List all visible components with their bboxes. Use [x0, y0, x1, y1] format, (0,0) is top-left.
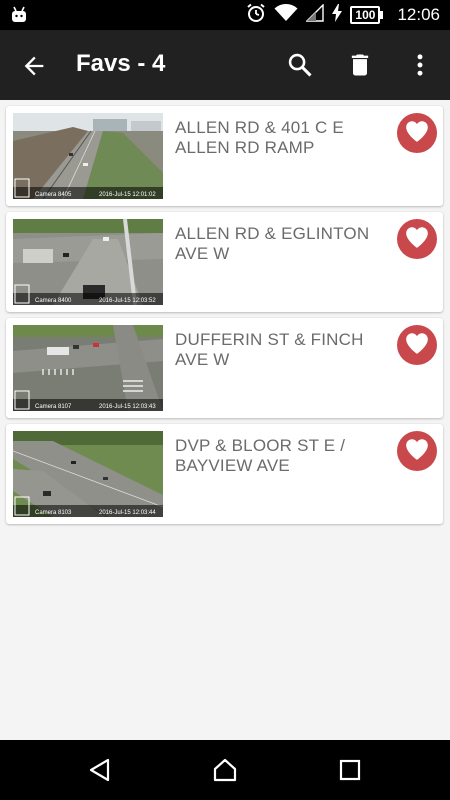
- camera-label: Camera 8103: [35, 510, 72, 516]
- heart-icon: [404, 225, 430, 254]
- wifi-icon: [274, 3, 298, 27]
- clock: 12:06: [397, 5, 440, 24]
- camera-label: Camera 8107: [35, 404, 72, 410]
- favorite-button[interactable]: [397, 219, 437, 259]
- favorite-button[interactable]: [397, 113, 437, 153]
- system-nav-bar: [0, 740, 450, 800]
- camera-label: Camera 8405: [35, 192, 72, 198]
- favorite-button[interactable]: [397, 431, 437, 471]
- page-title: Favs - 4: [76, 50, 166, 77]
- nav-back-icon[interactable]: [87, 757, 113, 783]
- heart-icon: [404, 119, 430, 148]
- search-icon[interactable]: [286, 51, 314, 79]
- cell-signal-icon: [305, 2, 325, 27]
- camera-title: DUFFERIN ST & FINCH AVE W: [175, 330, 364, 369]
- alarm-icon: [246, 3, 266, 28]
- camera-label: Camera 8400: [35, 298, 72, 304]
- battery-level: 100: [350, 6, 381, 24]
- camera-card[interactable]: Camera 8103 2016-Jul-15 12:03:44 DVP & B…: [6, 424, 443, 524]
- camera-title: DVP & BLOOR ST E / BAYVIEW AVE: [175, 436, 346, 475]
- camera-timestamp: 2016-Jul-15 12:01:02: [99, 192, 156, 198]
- camera-thumbnail[interactable]: Camera 8405 2016-Jul-15 12:01:02: [13, 113, 163, 199]
- heart-icon: [404, 437, 430, 466]
- nav-home-icon[interactable]: [212, 757, 238, 783]
- camera-timestamp: 2016-Jul-15 12:03:44: [99, 510, 156, 516]
- trash-icon[interactable]: [346, 51, 374, 79]
- camera-thumbnail[interactable]: Camera 8400 2016-Jul-15 12:03:52: [13, 219, 163, 305]
- nav-recents-icon[interactable]: [337, 757, 363, 783]
- battery-indicator: 100: [350, 6, 384, 24]
- more-vert-icon[interactable]: [406, 51, 434, 79]
- camera-title: ALLEN RD & EGLINTON AVE W: [175, 224, 370, 263]
- favorite-button[interactable]: [397, 325, 437, 365]
- app-toolbar: Favs - 4: [0, 30, 450, 100]
- android-notification-icon: [10, 6, 28, 29]
- camera-thumbnail[interactable]: Camera 8103 2016-Jul-15 12:03:44: [13, 431, 163, 517]
- camera-card[interactable]: Camera 8107 2016-Jul-15 12:03:43 DUFFERI…: [6, 318, 443, 418]
- charging-icon: [332, 3, 343, 27]
- camera-card[interactable]: Camera 8400 2016-Jul-15 12:03:52 ALLEN R…: [6, 212, 443, 312]
- back-arrow-icon[interactable]: [20, 52, 48, 80]
- heart-icon: [404, 331, 430, 360]
- camera-card[interactable]: Camera 8405 2016-Jul-15 12:01:02 ALLEN R…: [6, 106, 443, 206]
- camera-title: ALLEN RD & 401 C E ALLEN RD RAMP: [175, 118, 344, 157]
- camera-timestamp: 2016-Jul-15 12:03:43: [99, 404, 156, 410]
- status-bar: 100 12:06: [0, 0, 450, 30]
- camera-timestamp: 2016-Jul-15 12:03:52: [99, 298, 156, 304]
- camera-thumbnail[interactable]: Camera 8107 2016-Jul-15 12:03:43: [13, 325, 163, 411]
